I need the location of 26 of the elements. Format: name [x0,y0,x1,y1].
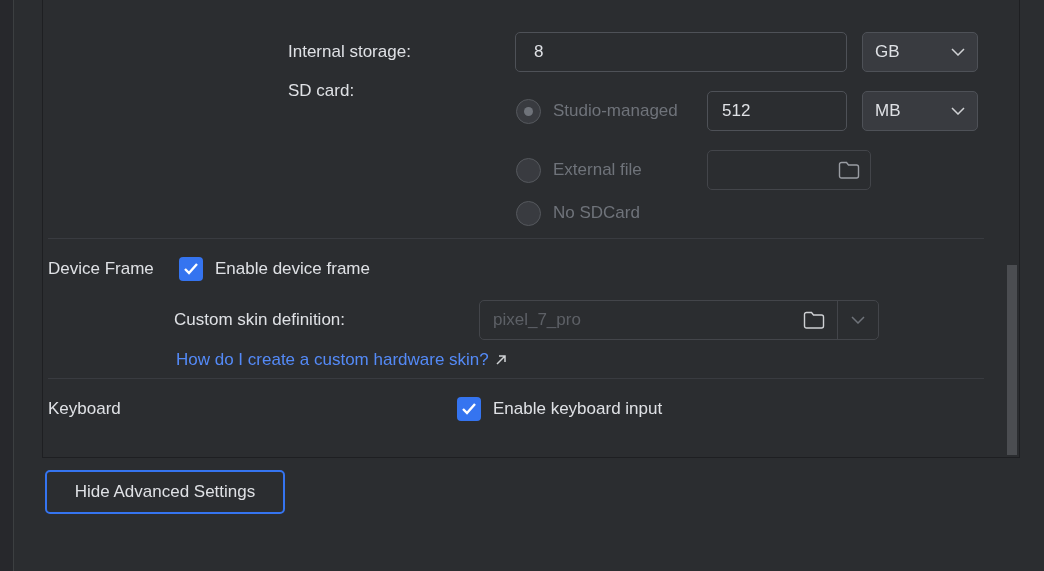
chevron-down-icon [851,316,865,324]
file-field[interactable] [707,150,871,190]
hide-advanced-settings-button[interactable]: Hide Advanced Settings [45,470,285,514]
section-label: Device Frame [48,258,155,281]
checkbox-label: Enable device frame [215,258,370,281]
radio-label: Studio-managed [553,100,679,123]
section-label: Keyboard [48,397,122,420]
radio-label: External file [553,159,643,182]
external-link-icon [494,354,507,366]
checkmark-icon [183,262,199,276]
unit-dropdown[interactable]: GB [862,32,978,72]
checkbox[interactable] [457,396,481,421]
checkbox[interactable] [179,257,203,281]
field-label: SD card: [288,81,356,102]
folder-icon [803,311,825,329]
folder-icon [838,161,860,179]
checkmark-icon [461,401,477,416]
field-label: Internal storage: [288,41,412,64]
field-label: Custom skin definition: [174,309,347,332]
checkbox-label: Enable keyboard input [493,397,663,420]
input-field[interactable]: 8 [515,32,847,72]
chevron-down-icon [951,107,965,115]
radio-label: No SDCard [553,202,641,225]
help-link[interactable]: How do I create a custom hardware skin? [176,347,507,373]
chevron-down-icon [951,48,965,56]
scrollbar[interactable] [1007,265,1017,455]
